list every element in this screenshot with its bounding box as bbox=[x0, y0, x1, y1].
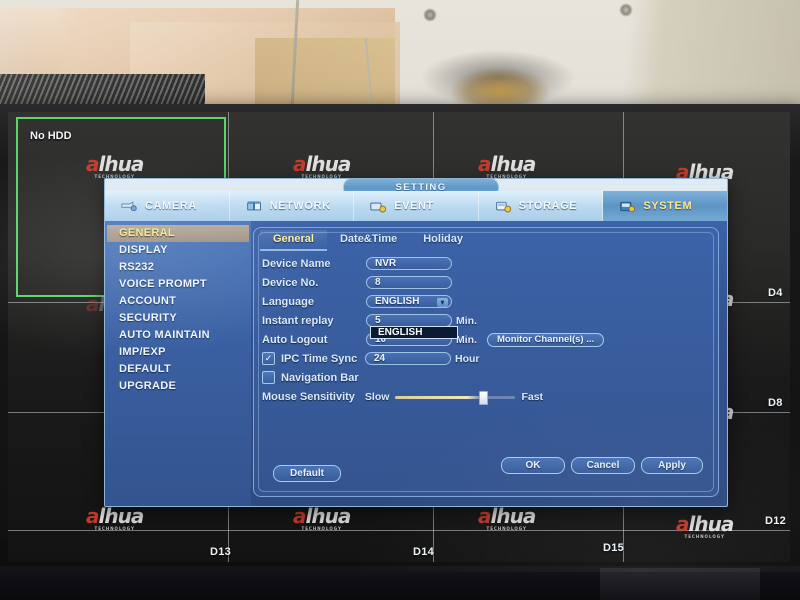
tab-event[interactable]: EVENT bbox=[354, 191, 479, 221]
brand-watermark: alhuaTECHNOLOGY bbox=[86, 504, 144, 531]
system-icon bbox=[620, 201, 636, 212]
event-icon bbox=[370, 202, 387, 212]
tv-stand-foot bbox=[600, 568, 760, 600]
slider-thumb[interactable] bbox=[479, 390, 489, 405]
setting-dialog: SETTING CAMERA NETWORK EVENT STORAGE SYS… bbox=[104, 178, 728, 507]
auto-logout-label: Auto Logout bbox=[262, 333, 328, 346]
mouse-sensitivity-min-label: Slow bbox=[364, 390, 390, 403]
brand-watermark: alhuaTECHNOLOGY bbox=[478, 152, 536, 179]
sidebar-item-account[interactable]: ACCOUNT bbox=[107, 293, 249, 310]
storage-icon bbox=[496, 201, 511, 212]
cancel-button[interactable]: Cancel bbox=[571, 457, 635, 474]
ipc-time-sync-checkbox[interactable]: ✓ bbox=[262, 352, 275, 365]
panel-subtabs: General Date&Time Holiday bbox=[260, 230, 476, 251]
apply-button[interactable]: Apply bbox=[641, 457, 703, 474]
brand-watermark: alhuaTECHNOLOGY bbox=[293, 152, 351, 179]
sidebar-item-imp-exp[interactable]: IMP/EXP bbox=[107, 344, 249, 361]
language-value: ENGLISH bbox=[375, 296, 420, 307]
mouse-sensitivity-label: Mouse Sensitivity bbox=[262, 390, 355, 403]
subtab-datetime[interactable]: Date&Time bbox=[327, 230, 410, 251]
device-name-input[interactable]: NVR bbox=[366, 257, 452, 270]
sidebar-item-general[interactable]: GENERAL bbox=[107, 225, 249, 242]
auto-logout-unit: Min. bbox=[456, 333, 477, 346]
channel-label-d8: D8 bbox=[768, 397, 783, 409]
brand-watermark: alhuaTECHNOLOGY bbox=[676, 512, 734, 539]
sidebar-item-auto-maintain[interactable]: AUTO MAINTAIN bbox=[107, 327, 249, 344]
sidebar-item-default[interactable]: DEFAULT bbox=[107, 361, 249, 378]
row-instant-replay: Instant replay 5 Min. ENGLISH bbox=[262, 311, 712, 339]
dialog-body: GENERAL DISPLAY RS232 VOICE PROMPT ACCOU… bbox=[105, 221, 727, 506]
dialog-footer: Default OK Cancel Apply bbox=[105, 457, 727, 506]
row-mouse-sensitivity: Mouse Sensitivity Slow Fast bbox=[262, 387, 712, 406]
device-name-label: Device Name bbox=[262, 257, 331, 270]
brand-watermark: alhuaTECHNOLOGY bbox=[478, 504, 536, 531]
chevron-down-icon[interactable]: ▼ bbox=[437, 298, 448, 307]
default-button[interactable]: Default bbox=[273, 465, 341, 482]
sidebar-item-voice-prompt[interactable]: VOICE PROMPT bbox=[107, 276, 249, 293]
row-ipc-time-sync: ✓ IPC Time Sync 24 Hour bbox=[262, 349, 712, 368]
ok-button[interactable]: OK bbox=[501, 457, 565, 474]
subtab-holiday[interactable]: Holiday bbox=[410, 230, 476, 251]
device-no-label: Device No. bbox=[262, 276, 319, 289]
tab-network[interactable]: NETWORK bbox=[230, 191, 355, 221]
network-icon bbox=[246, 200, 261, 210]
no-hdd-status: No HDD bbox=[30, 130, 72, 142]
tab-camera[interactable]: CAMERA bbox=[105, 191, 230, 221]
subtab-general[interactable]: General bbox=[260, 230, 327, 251]
language-dropdown-option-english[interactable]: ENGLISH bbox=[370, 326, 458, 339]
sidebar-item-display[interactable]: DISPLAY bbox=[107, 242, 249, 259]
tab-storage[interactable]: STORAGE bbox=[479, 191, 604, 221]
nvr-live-view: No HDD alhua TECHNOLOGY alhua TECHNOLOGY a… bbox=[8, 112, 790, 562]
main-tabbar: CAMERA NETWORK EVENT STORAGE SYSTEM bbox=[105, 191, 727, 221]
channel-label-d14: D14 bbox=[413, 546, 435, 558]
sidebar-item-upgrade[interactable]: UPGRADE bbox=[107, 378, 249, 395]
sidebar-item-rs232[interactable]: RS232 bbox=[107, 259, 249, 276]
instant-replay-label: Instant replay bbox=[262, 314, 334, 327]
ipc-time-sync-input[interactable]: 24 bbox=[365, 352, 451, 365]
general-settings-form: Device Name NVR Device No. 8 Language EN… bbox=[262, 254, 712, 406]
language-label: Language bbox=[262, 295, 314, 308]
sidebar-item-security[interactable]: SECURITY bbox=[107, 310, 249, 327]
row-device-no: Device No. 8 bbox=[262, 273, 712, 292]
language-select[interactable]: ENGLISH ▼ bbox=[366, 295, 452, 308]
row-navigation-bar: Navigation Bar bbox=[262, 368, 712, 387]
tab-label: EVENT bbox=[394, 200, 434, 212]
brand-watermark: alhuaTECHNOLOGY bbox=[86, 152, 144, 179]
ipc-time-sync-label: IPC Time Sync bbox=[281, 352, 358, 365]
brand-watermark: alhuaTECHNOLOGY bbox=[293, 504, 351, 531]
channel-label-d12: D12 bbox=[765, 515, 787, 527]
monitor-channels-button[interactable]: Monitor Channel(s) ... bbox=[487, 332, 605, 347]
instant-replay-unit: Min. bbox=[456, 314, 477, 327]
camera-icon bbox=[121, 201, 137, 211]
tab-system[interactable]: SYSTEM bbox=[603, 191, 727, 221]
slider-track bbox=[395, 395, 516, 399]
device-no-input[interactable]: 8 bbox=[366, 276, 452, 289]
tab-label: STORAGE bbox=[518, 200, 578, 212]
navigation-bar-checkbox[interactable] bbox=[262, 371, 275, 384]
mouse-sensitivity-slider[interactable] bbox=[395, 390, 516, 405]
channel-label-d4: D4 bbox=[768, 287, 783, 299]
tab-label: NETWORK bbox=[269, 200, 331, 212]
tab-label: SYSTEM bbox=[643, 200, 693, 212]
mouse-sensitivity-max-label: Fast bbox=[521, 390, 544, 403]
channel-label-d15: D15 bbox=[603, 542, 625, 554]
navigation-bar-label: Navigation Bar bbox=[281, 371, 359, 384]
tab-label: CAMERA bbox=[145, 200, 197, 212]
row-language: Language ENGLISH ▼ bbox=[262, 292, 712, 311]
row-device-name: Device Name NVR bbox=[262, 254, 712, 273]
row-auto-logout: Auto Logout 10 Min. Monitor Channel(s) .… bbox=[262, 330, 712, 349]
channel-label-d13: D13 bbox=[210, 546, 232, 558]
ipc-time-sync-unit: Hour bbox=[455, 352, 480, 365]
